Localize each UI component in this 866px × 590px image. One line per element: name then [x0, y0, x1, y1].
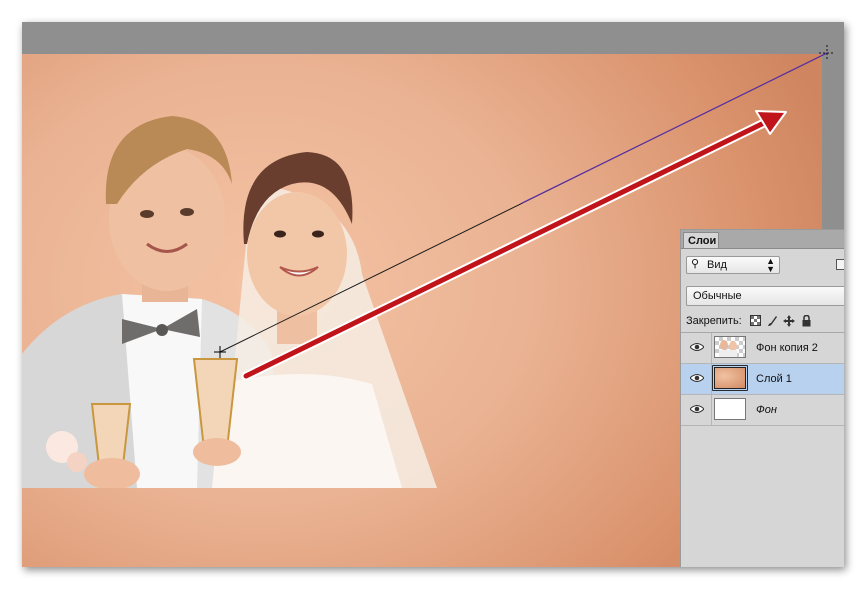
bride-dress [212, 374, 402, 488]
lock-paint-icon[interactable] [766, 315, 778, 327]
lock-label: Закрепить: [686, 315, 742, 327]
blend-mode-value: Обычные [693, 290, 742, 302]
blend-mode-select[interactable]: Обычные [686, 286, 844, 306]
layers-list: Фон копия 2 Слой 1 Фон [681, 333, 844, 426]
column-divider [711, 395, 712, 425]
tab-layers[interactable]: Слои [683, 232, 719, 248]
couple-photo-layer [22, 116, 437, 488]
column-divider [711, 333, 712, 363]
eye-visibility-icon[interactable] [690, 342, 704, 352]
kind-filter-select[interactable]: ⚲ Вид ▲ ▼ [686, 256, 780, 274]
layer-name: Фон копия 2 [756, 342, 818, 354]
lock-row: Закрепить: [686, 313, 844, 331]
lock-position-icon[interactable] [783, 315, 795, 327]
bride-face [247, 192, 347, 316]
filter-row: ⚲ Вид ▲ ▼ [681, 254, 844, 278]
layer-row-fon-kopiya-2[interactable]: Фон копия 2 [681, 333, 844, 364]
updown-arrows-icon: ▲ ▼ [766, 256, 775, 274]
layers-panel: Слои ⚲ Вид ▲ ▼ Обычные Закрепить: Фон ко… [680, 229, 844, 567]
layer-thumbnail-transparent-photo [714, 336, 746, 358]
layer-name: Фон [756, 404, 777, 416]
lock-transparent-icon[interactable] [749, 315, 761, 327]
layers-panel-tabbar: Слои [681, 230, 844, 249]
layer-name: Слой 1 [756, 373, 792, 385]
search-icon: ⚲ [691, 258, 700, 270]
photoshop-document-window: Слои ⚲ Вид ▲ ▼ Обычные Закрепить: Фон ко… [22, 22, 844, 567]
image-filter-icon[interactable] [836, 259, 844, 270]
layer-thumbnail-white [714, 398, 746, 420]
eye-visibility-icon[interactable] [690, 373, 704, 383]
lock-all-icon[interactable] [800, 314, 812, 327]
layer-row-sloy-1[interactable]: Слой 1 [681, 364, 844, 395]
eye-visibility-icon[interactable] [690, 404, 704, 414]
layer-row-fon[interactable]: Фон [681, 395, 844, 426]
kind-filter-label: Вид [707, 259, 727, 271]
layer-thumbnail-gradient [714, 367, 746, 389]
